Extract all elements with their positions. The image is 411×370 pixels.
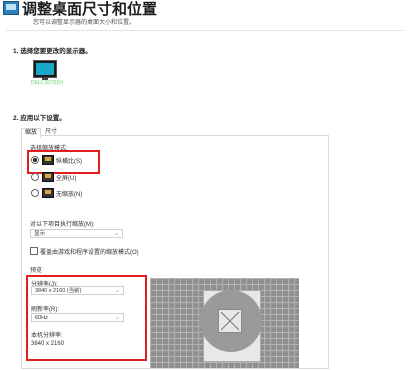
perform-scaling-value: 显示 [34,231,46,237]
override-label[interactable]: 覆盖由游戏和程序设置的缩放模式(O) [40,247,139,256]
preview-heading: 预览 [30,268,43,274]
tab-scaling[interactable]: 缩放 [21,128,42,138]
override-checkbox[interactable] [30,247,38,255]
chevron-down-icon: ⌄ [114,315,120,321]
preview-cross [220,311,240,331]
refresh-rate-label: 刷新率(R): [31,307,59,313]
chevron-down-icon: ⌄ [113,231,119,237]
display-settings-icon [3,1,19,15]
native-resolution-value: 3840 x 2160 [31,341,65,347]
step-1-label: 1. 选择您要更改的显示器。 [13,48,92,55]
radio-no-scaling[interactable] [31,189,39,197]
monitor-icon[interactable] [33,60,57,78]
resolution-select[interactable]: 3840 x 2160 (当前) ⌄ [31,286,124,295]
option-full-screen-label[interactable]: 全屏(U) [56,173,76,182]
monitor-label[interactable]: DELL S2721H [30,80,64,86]
perform-scaling-select[interactable]: 显示 ⌄ [30,229,123,238]
resolution-value: 3840 x 2160 (当前) [35,288,82,294]
native-resolution-label: 本机分辨率: [31,333,63,339]
scaling-mode-icon [42,188,54,198]
scaling-mode-icon [42,155,54,165]
chevron-down-icon: ⌄ [114,288,120,294]
radio-full-screen[interactable] [31,173,39,181]
refresh-rate-select[interactable]: 60Hz ⌄ [31,313,124,322]
refresh-rate-value: 60Hz [35,315,48,321]
header-divider [6,30,404,31]
scaling-mode-icon [42,172,54,182]
tab-size[interactable]: 尺寸 [42,128,60,136]
perform-scaling-label: 对以下项目执行缩放(M): [30,222,95,228]
option-no-scaling-label[interactable]: 无缩放(N) [56,189,82,198]
radio-aspect-ratio[interactable] [31,156,39,164]
option-aspect-ratio-label[interactable]: 纵横比(S) [56,156,82,165]
step-2-label: 2. 应用以下设置。 [13,115,66,122]
page-subtitle: 您可以调整显示器的桌面大小和位置。 [33,20,136,26]
preview-center-square [218,309,242,333]
